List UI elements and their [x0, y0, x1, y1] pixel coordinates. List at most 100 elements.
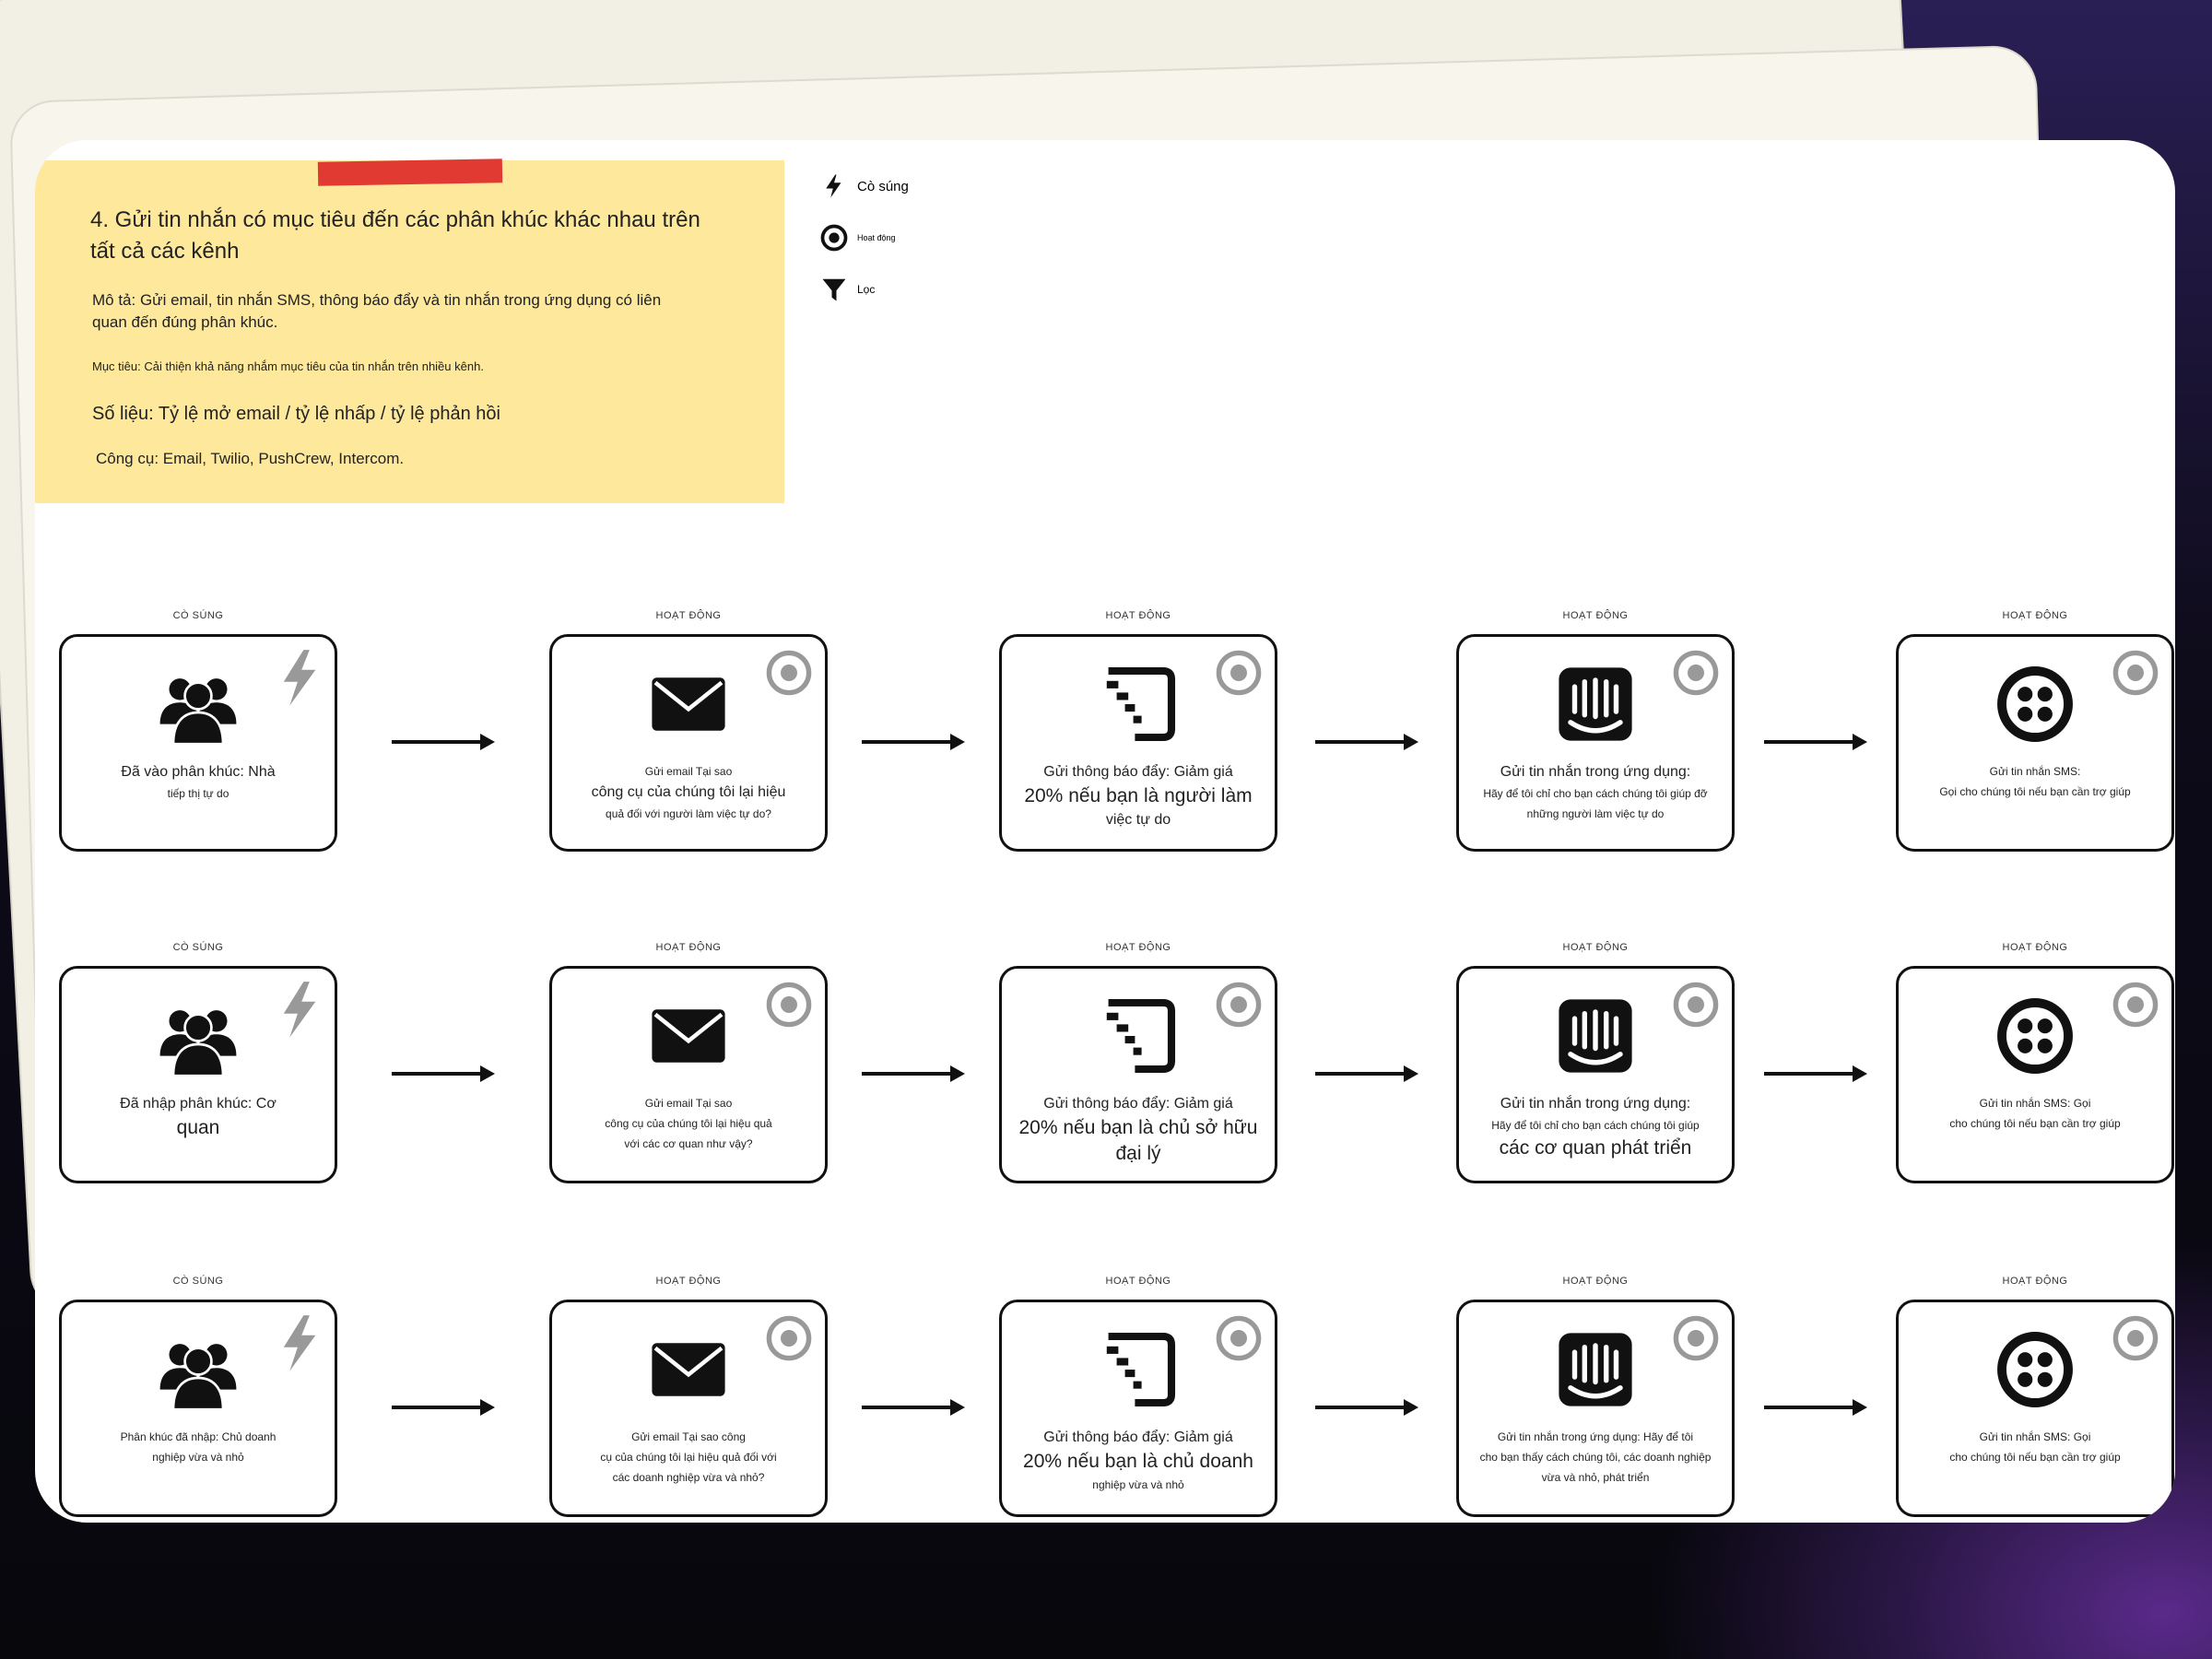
- step-description: Gửi email Tại sao công cụ của chúng tôi l…: [565, 761, 812, 824]
- step-description-line: với các cơ quan như vậy?: [624, 1137, 753, 1150]
- step-description-line: Gửi thông báo đẩy: Giảm giá: [1043, 1096, 1233, 1112]
- step-description-line: Gửi thông báo đẩy: Giảm giá: [1043, 1430, 1233, 1445]
- sticky-note: 4. Gửi tin nhắn có mục tiêu đến các phân…: [35, 159, 784, 503]
- step-description-line: Gửi tin nhắn trong ứng dụng: Hãy để tôi: [1497, 1430, 1694, 1443]
- step-type-label: HOẠT ĐỘNG: [655, 610, 722, 621]
- workflow-step-card[interactable]: Gửi tin nhắn SMS: Gọi cho chúng tôi nếu b…: [1896, 1300, 2174, 1517]
- step-description-line: 20% nếu bạn là chủ doanh: [1023, 1451, 1253, 1472]
- legend-label-trigger: Cò súng: [857, 178, 909, 194]
- step-description-line: các cơ quan phát triển: [1499, 1137, 1692, 1159]
- target-icon: [2111, 648, 2160, 698]
- workflow-step-card[interactable]: Đã nhập phân khúc: Cơ quan: [59, 966, 337, 1183]
- users-icon: [157, 1328, 240, 1411]
- step-description-line: nghiệp vừa và nhỏ: [152, 1451, 244, 1464]
- step-description-line: cho chúng tôi nếu bạn cần trợ giúp: [1949, 1117, 2121, 1130]
- step-description: Gửi thông báo đẩy: Giảm giá 20% nếu bạn l…: [1015, 1093, 1262, 1167]
- flow-arrow: [1760, 1060, 1871, 1088]
- step-description: Gửi tin nhắn SMS: Gọi cho chúng tôi nếu b…: [1912, 761, 2159, 802]
- step-description-line: công cụ của chúng tôi lại hiệu quả: [605, 1117, 772, 1130]
- step-description: Gửi tin nhắn SMS: Gọi cho chúng tôi nếu b…: [1912, 1093, 2159, 1134]
- target-icon: [1671, 1313, 1721, 1363]
- step-description-line: tiếp thị tự do: [167, 787, 229, 800]
- step-type-label: HOẠT ĐỘNG: [2002, 942, 2068, 953]
- target-icon: [1214, 1313, 1264, 1363]
- step-description-line: việc tự do: [1105, 812, 1171, 828]
- email-icon: [647, 663, 730, 746]
- flow-arrow: [388, 1394, 499, 1421]
- workflow-step-card[interactable]: Gửi email Tại sao công cụ của chúng tôi l…: [549, 1300, 828, 1517]
- step-description: Đã nhập phân khúc: Cơ quan: [75, 1093, 322, 1141]
- note-description: Mô tả: Gửi email, tin nhắn SMS, thông bá…: [92, 291, 662, 331]
- intercom-icon: [1554, 994, 1637, 1077]
- legend-item-filter: Lọc: [820, 264, 909, 315]
- push-icon: [1097, 663, 1180, 746]
- target-icon: [820, 224, 848, 252]
- step-description-line: Hãy để tôi chỉ cho bạn cách chúng tôi gi…: [1483, 787, 1708, 800]
- note-goal: Mục tiêu: Cải thiện khả năng nhắm mục ti…: [92, 359, 484, 373]
- step-description-line: các doanh nghiệp vừa và nhỏ?: [612, 1471, 765, 1484]
- flow-arrow: [1760, 1394, 1871, 1421]
- step-description-line: Gửi thông báo đẩy: Giảm giá: [1043, 764, 1233, 780]
- step-description-line: quan: [176, 1117, 220, 1138]
- workflow-step-card[interactable]: Gửi tin nhắn SMS: Gọi cho chúng tôi nếu b…: [1896, 634, 2174, 852]
- step-type-label: HOẠT ĐỘNG: [2002, 1276, 2068, 1287]
- step-description-line: 20% nếu bạn là chủ sở hữu: [1018, 1117, 1258, 1138]
- target-icon: [1214, 648, 1264, 698]
- step-description-line: Gửi email Tại sao: [644, 765, 733, 778]
- target-icon: [1671, 980, 1721, 1030]
- step-description-line: cho bạn thấy cách chúng tôi, các doanh n…: [1479, 1451, 1712, 1464]
- step-description-line: 20% nếu bạn là người làm: [1024, 785, 1253, 806]
- step-description-line: Phân khúc đã nhập: Chủ doanh: [120, 1430, 276, 1443]
- workflow-step-card[interactable]: Gửi email Tại sao công cụ của chúng tôi l…: [549, 634, 828, 852]
- twilio-icon: [1994, 994, 2077, 1077]
- workflow-step-card[interactable]: Gửi tin nhắn SMS: Gọi cho chúng tôi nếu b…: [1896, 966, 2174, 1183]
- step-description: Gửi tin nhắn SMS: Gọi cho chúng tôi nếu b…: [1912, 1427, 2159, 1467]
- step-description: Gửi tin nhắn trong ứng dụng: Hãy để tôi c…: [1472, 761, 1719, 824]
- step-type-label: HOẠT ĐỘNG: [1562, 1276, 1629, 1287]
- step-description-line: đại lý: [1115, 1143, 1161, 1164]
- tape-strip: [317, 159, 503, 186]
- flow-arrow: [1312, 1060, 1422, 1088]
- step-description-line: Gọi cho chúng tôi nếu bạn cần trợ giúp: [1939, 785, 2131, 798]
- step-type-label: HOẠT ĐỘNG: [1562, 942, 1629, 953]
- push-icon: [1097, 1328, 1180, 1411]
- lightning-icon: [274, 1313, 324, 1371]
- twilio-icon: [1994, 663, 2077, 746]
- note-metric: Số liệu: Tỷ lệ mở email / tỷ lệ nhấp / t…: [92, 404, 500, 424]
- workflow-step-card[interactable]: Phân khúc đã nhập: Chủ doanh nghiệp vừa v…: [59, 1300, 337, 1517]
- workflow-step-card[interactable]: Gửi thông báo đẩy: Giảm giá 20% nếu bạn l…: [999, 1300, 1277, 1517]
- legend-item-trigger: Cò súng: [820, 160, 909, 212]
- push-icon: [1097, 994, 1180, 1077]
- legend-label-action: Hoạt động: [857, 233, 896, 242]
- target-icon: [764, 1313, 814, 1363]
- step-description-line: Gửi tin nhắn trong ứng dụng:: [1500, 764, 1691, 780]
- note-title: 4. Gửi tin nhắn có mục tiêu đến các phân…: [90, 207, 700, 264]
- step-description-line: Gửi tin nhắn trong ứng dụng:: [1500, 1096, 1691, 1112]
- step-type-label: CÒ SÚNG: [172, 610, 224, 621]
- workflow-step-card[interactable]: Gửi tin nhắn trong ứng dụng: Hãy để tôi c…: [1456, 966, 1735, 1183]
- step-description-line: Gửi email Tại sao: [644, 1097, 733, 1110]
- twilio-icon: [1994, 1328, 2077, 1411]
- flow-arrow: [858, 728, 969, 756]
- whiteboard: 4. Gửi tin nhắn có mục tiêu đến các phân…: [35, 140, 2175, 1523]
- step-type-label: HOẠT ĐỘNG: [2002, 610, 2068, 621]
- step-description-line: Đã nhập phân khúc: Cơ: [120, 1096, 276, 1112]
- lightning-icon: [826, 174, 841, 198]
- step-description: Gửi thông báo đẩy: Giảm giá 20% nếu bạn l…: [1015, 1427, 1262, 1495]
- step-description-line: Đã vào phân khúc: Nhà: [121, 764, 276, 780]
- step-type-label: HOẠT ĐỘNG: [1105, 1276, 1171, 1287]
- workflow-step-card[interactable]: Đã vào phân khúc: Nhà tiếp thị tự do: [59, 634, 337, 852]
- step-description: Gửi email Tại sao công cụ của chúng tôi l…: [565, 1093, 812, 1154]
- workflow-step-card[interactable]: Gửi thông báo đẩy: Giảm giá 20% nếu bạn l…: [999, 634, 1277, 852]
- step-type-label: HOẠT ĐỘNG: [1105, 610, 1171, 621]
- step-type-label: CÒ SÚNG: [172, 1276, 224, 1287]
- step-type-label: HOẠT ĐỘNG: [1562, 610, 1629, 621]
- step-description-line: cụ của chúng tôi lại hiệu quả đối với: [600, 1451, 777, 1464]
- step-description-line: nghiệp vừa và nhỏ: [1092, 1478, 1184, 1491]
- step-description-line: Gửi tin nhắn SMS: Gọi: [1979, 1430, 2091, 1443]
- workflow-step-card[interactable]: Gửi tin nhắn trong ứng dụng: Hãy để tôi c…: [1456, 634, 1735, 852]
- workflow-step-card[interactable]: Gửi thông báo đẩy: Giảm giá 20% nếu bạn l…: [999, 966, 1277, 1183]
- step-description: Gửi email Tại sao công cụ của chúng tôi l…: [565, 1427, 812, 1488]
- workflow-step-card[interactable]: Gửi tin nhắn trong ứng dụng: Hãy để tôi c…: [1456, 1300, 1735, 1517]
- workflow-step-card[interactable]: Gửi email Tại sao công cụ của chúng tôi l…: [549, 966, 828, 1183]
